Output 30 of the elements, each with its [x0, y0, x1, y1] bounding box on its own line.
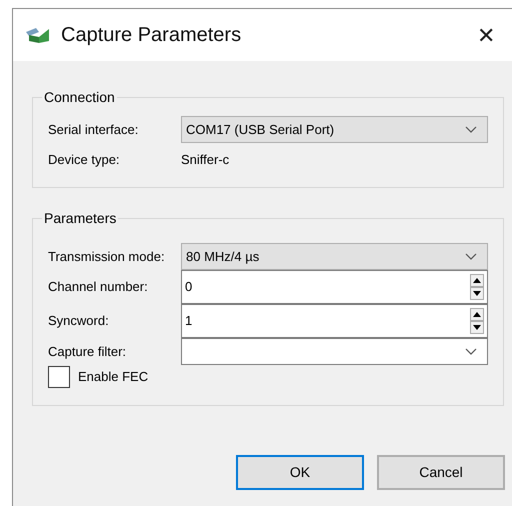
window-title: Capture Parameters [61, 23, 242, 48]
spin-arrows-icon[interactable] [470, 308, 484, 334]
close-button[interactable]: ✕ [468, 17, 504, 53]
dropdown[interactable]: COM17 (USB Serial Port) [181, 116, 488, 143]
field-label: Syncword: [48, 312, 110, 330]
spin-value: 0 [185, 278, 192, 296]
group-title: Parameters [43, 209, 118, 228]
chevron-down-icon [465, 252, 477, 260]
dropdown[interactable] [181, 338, 488, 365]
field-label: Capture filter: [48, 342, 128, 361]
app-icon [25, 26, 51, 44]
field-label: Device type: [48, 151, 121, 170]
chevron-down-icon [465, 348, 477, 356]
dialog-button[interactable]: OK [236, 455, 364, 490]
dropdown-value: COM17 (USB Serial Port) [186, 120, 334, 139]
group-title: Connection [43, 88, 116, 107]
spin-arrows-icon[interactable] [470, 274, 484, 300]
field-label: Transmission mode: [48, 248, 166, 266]
field-label: Serial interface: [48, 120, 140, 139]
spin-box[interactable]: 0 [181, 270, 488, 304]
chevron-down-icon [465, 126, 477, 134]
field-label: Channel number: [48, 278, 149, 296]
spin-box[interactable]: 1 [181, 304, 488, 338]
dropdown-value: 80 MHz/4 µs [186, 248, 260, 266]
spin-value: 1 [185, 312, 192, 330]
device-type-value: Sniffer-c [181, 151, 230, 170]
dialog-button[interactable]: Cancel [377, 455, 505, 490]
checkbox[interactable] [48, 366, 70, 388]
dropdown[interactable]: 80 MHz/4 µs [181, 243, 488, 270]
checkbox-label: Enable FEC [78, 368, 148, 386]
